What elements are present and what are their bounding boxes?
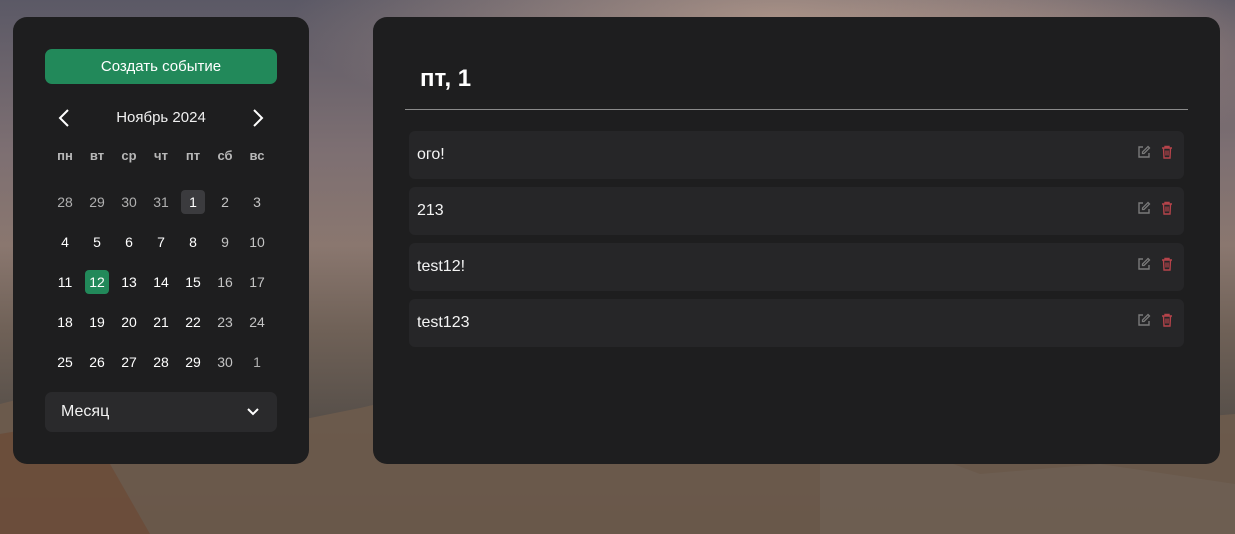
view-mode-select[interactable]: Месяц: [45, 392, 277, 432]
event-actions: [1136, 256, 1174, 271]
events-list: ого! 213 test12! test123: [409, 131, 1184, 355]
event-title: 213: [417, 202, 444, 219]
weekday-label: ср: [121, 148, 137, 163]
calendar-day[interactable]: 4: [49, 222, 81, 262]
edit-icon[interactable]: [1136, 256, 1151, 271]
calendar-day[interactable]: 14: [145, 262, 177, 302]
event-item[interactable]: test12!: [409, 243, 1184, 291]
weekday-label: чт: [154, 148, 168, 163]
calendar-day-selected[interactable]: 1: [177, 182, 209, 222]
calendar-day[interactable]: 17: [241, 262, 273, 302]
event-actions: [1136, 200, 1174, 215]
chevron-down-icon: [247, 403, 259, 421]
calendar-day[interactable]: 9: [209, 222, 241, 262]
calendar-day[interactable]: 5: [81, 222, 113, 262]
calendar-day[interactable]: 16: [209, 262, 241, 302]
view-mode-value: Месяц: [61, 403, 110, 420]
calendar-sidebar: Создать событие Ноябрь 2024 пн вт ср чт …: [13, 17, 309, 464]
weekday-header: пн вт ср чт пт сб вс: [49, 148, 273, 163]
weekday-label: вс: [249, 148, 265, 163]
page-title: пт, 1: [420, 65, 472, 92]
calendar-day[interactable]: 18: [49, 302, 81, 342]
calendar-day[interactable]: 19: [81, 302, 113, 342]
calendar-day-today[interactable]: 12: [81, 262, 113, 302]
calendar-day[interactable]: 21: [145, 302, 177, 342]
calendar-day[interactable]: 22: [177, 302, 209, 342]
edit-icon[interactable]: [1136, 144, 1151, 159]
weekday-label: пн: [57, 148, 73, 163]
event-actions: [1136, 312, 1174, 327]
chevron-right-icon[interactable]: [247, 107, 269, 129]
calendar-day[interactable]: 31: [145, 182, 177, 222]
calendar-day[interactable]: 29: [81, 182, 113, 222]
calendar-day[interactable]: 2: [209, 182, 241, 222]
month-label: Ноябрь 2024: [116, 109, 206, 126]
event-item[interactable]: ого!: [409, 131, 1184, 179]
calendar-day[interactable]: 24: [241, 302, 273, 342]
calendar-day[interactable]: 10: [241, 222, 273, 262]
calendar-day[interactable]: 20: [113, 302, 145, 342]
event-title: test123: [417, 314, 470, 331]
calendar-day[interactable]: 28: [49, 182, 81, 222]
weekday-label: сб: [217, 148, 233, 163]
calendar-day[interactable]: 6: [113, 222, 145, 262]
calendar-day[interactable]: 27: [113, 342, 145, 382]
calendar-day[interactable]: 26: [81, 342, 113, 382]
calendar-day[interactable]: 3: [241, 182, 273, 222]
event-title: ого!: [417, 146, 445, 163]
event-item[interactable]: test123: [409, 299, 1184, 347]
calendar-day[interactable]: 8: [177, 222, 209, 262]
weekday-label: пт: [185, 148, 201, 163]
event-actions: [1136, 144, 1174, 159]
trash-icon[interactable]: [1159, 256, 1174, 271]
trash-icon[interactable]: [1159, 200, 1174, 215]
divider: [405, 109, 1188, 110]
calendar-day[interactable]: 30: [113, 182, 145, 222]
calendar-day[interactable]: 7: [145, 222, 177, 262]
edit-icon[interactable]: [1136, 312, 1151, 327]
trash-icon[interactable]: [1159, 144, 1174, 159]
calendar-grid: 28 29 30 31 1 2 3 4 5 6 7 8 9 10 11 12 1…: [49, 182, 273, 382]
event-title: test12!: [417, 258, 466, 275]
trash-icon[interactable]: [1159, 312, 1174, 327]
calendar-day[interactable]: 29: [177, 342, 209, 382]
calendar-day[interactable]: 1: [241, 342, 273, 382]
calendar-day[interactable]: 25: [49, 342, 81, 382]
weekday-label: вт: [89, 148, 105, 163]
event-item[interactable]: 213: [409, 187, 1184, 235]
edit-icon[interactable]: [1136, 200, 1151, 215]
calendar-day[interactable]: 11: [49, 262, 81, 302]
day-events-panel: пт, 1 ого! 213 test12! test123: [373, 17, 1220, 464]
calendar-day[interactable]: 30: [209, 342, 241, 382]
month-navigation: Ноябрь 2024: [45, 105, 277, 131]
calendar-day[interactable]: 15: [177, 262, 209, 302]
calendar-day[interactable]: 28: [145, 342, 177, 382]
calendar-day[interactable]: 23: [209, 302, 241, 342]
calendar-day[interactable]: 13: [113, 262, 145, 302]
create-event-button[interactable]: Создать событие: [45, 49, 277, 84]
